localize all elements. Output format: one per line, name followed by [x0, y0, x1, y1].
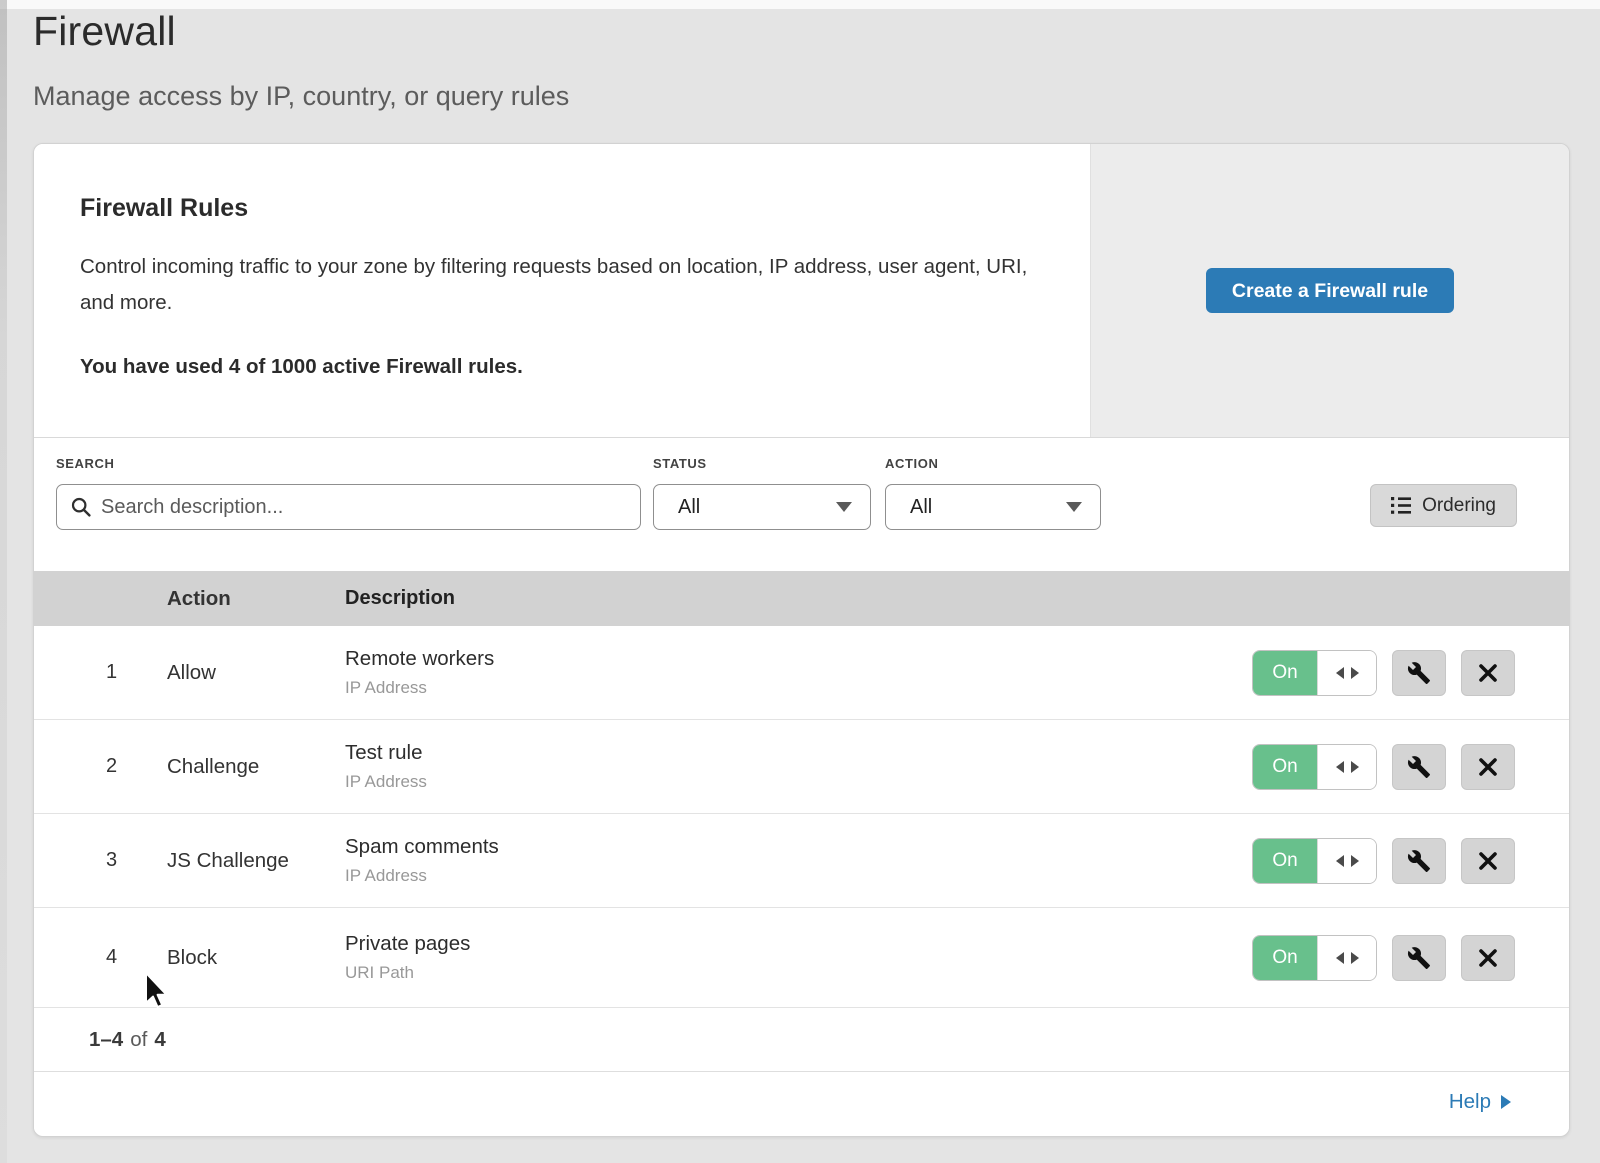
resize-arrows-icon [1317, 745, 1376, 789]
rule-description: Spam comments [345, 835, 1252, 859]
rule-description-cell: Remote workers IP Address [345, 647, 1252, 698]
description-column-header: Description [345, 587, 1515, 610]
hero-text-panel: Firewall Rules Control incoming traffic … [34, 144, 1090, 437]
close-icon [1478, 757, 1498, 777]
rule-enabled-toggle[interactable]: On [1252, 935, 1377, 981]
wrench-icon [1407, 661, 1431, 685]
ordered-list-icon [1391, 497, 1411, 514]
ordering-button-label: Ordering [1422, 495, 1496, 517]
rule-description-cell: Spam comments IP Address [345, 835, 1252, 886]
search-box[interactable] [56, 484, 641, 530]
create-firewall-rule-button[interactable]: Create a Firewall rule [1206, 268, 1454, 313]
search-input[interactable] [101, 496, 626, 519]
filter-bar: SEARCH STATUS All ACTION All [34, 438, 1569, 571]
search-icon [71, 497, 91, 517]
action-select[interactable]: All [885, 484, 1101, 530]
edit-rule-button[interactable] [1392, 935, 1446, 981]
firewall-rules-card: Firewall Rules Control incoming traffic … [33, 143, 1570, 1137]
rule-enabled-toggle[interactable]: On [1252, 838, 1377, 884]
delete-rule-button[interactable] [1461, 650, 1515, 696]
edit-rule-button[interactable] [1392, 650, 1446, 696]
wrench-icon [1407, 849, 1431, 873]
page-title: Firewall [33, 8, 569, 55]
ordering-button[interactable]: Ordering [1370, 484, 1517, 527]
search-filter-group: SEARCH [56, 456, 641, 530]
table-row: 2 Challenge Test rule IP Address On [34, 720, 1569, 814]
table-row: 4 Block Private pages URI Path On [34, 908, 1569, 1008]
status-filter-group: STATUS All [653, 456, 871, 530]
status-select[interactable]: All [653, 484, 871, 530]
edit-rule-button[interactable] [1392, 744, 1446, 790]
resize-arrows-icon [1317, 839, 1376, 883]
rule-action: Challenge [167, 755, 345, 779]
wrench-icon [1407, 755, 1431, 779]
rule-controls: On [1252, 838, 1515, 884]
page-subtitle: Manage access by IP, country, or query r… [33, 81, 569, 112]
action-column-header: Action [167, 587, 345, 611]
rule-action: Block [167, 946, 345, 970]
toggle-on-label: On [1253, 651, 1317, 695]
help-link-label: Help [1449, 1090, 1491, 1114]
rule-description: Remote workers [345, 647, 1252, 671]
delete-rule-button[interactable] [1461, 838, 1515, 884]
rule-priority: 2 [34, 755, 167, 778]
rule-description-cell: Private pages URI Path [345, 932, 1252, 983]
status-label: STATUS [653, 456, 871, 471]
delete-rule-button[interactable] [1461, 935, 1515, 981]
hero-title: Firewall Rules [80, 194, 1030, 223]
pagination-range: 1–4 [89, 1028, 123, 1052]
pagination-total: 4 [154, 1028, 165, 1052]
rule-description: Private pages [345, 932, 1252, 956]
search-label: SEARCH [56, 456, 641, 471]
chevron-down-icon [836, 502, 852, 512]
edit-rule-button[interactable] [1392, 838, 1446, 884]
rule-action: Allow [167, 661, 345, 685]
rule-controls: On [1252, 744, 1515, 790]
rule-priority: 4 [34, 946, 167, 969]
action-label: ACTION [885, 456, 1101, 471]
hero-action-panel: Create a Firewall rule [1090, 144, 1569, 437]
page-header: Firewall Manage access by IP, country, o… [33, 8, 569, 112]
rule-action: JS Challenge [167, 849, 345, 873]
close-icon [1478, 663, 1498, 683]
close-icon [1478, 851, 1498, 871]
rule-controls: On [1252, 935, 1515, 981]
table-row: 3 JS Challenge Spam comments IP Address … [34, 814, 1569, 908]
rule-match-type: URI Path [345, 963, 1252, 983]
resize-arrows-icon [1317, 936, 1376, 980]
toggle-on-label: On [1253, 839, 1317, 883]
rule-description-cell: Test rule IP Address [345, 741, 1252, 792]
rule-controls: On [1252, 650, 1515, 696]
window-left-edge [0, 0, 7, 1163]
resize-arrows-icon [1317, 651, 1376, 695]
action-filter-group: ACTION All [885, 456, 1101, 530]
rule-priority: 3 [34, 849, 167, 872]
rules-usage-text: You have used 4 of 1000 active Firewall … [80, 355, 1030, 379]
rule-match-type: IP Address [345, 678, 1252, 698]
rule-match-type: IP Address [345, 866, 1252, 886]
chevron-down-icon [1066, 502, 1082, 512]
table-row: 1 Allow Remote workers IP Address On [34, 626, 1569, 720]
status-selected-value: All [678, 496, 700, 519]
rule-enabled-toggle[interactable]: On [1252, 744, 1377, 790]
rule-description: Test rule [345, 741, 1252, 765]
toggle-on-label: On [1253, 745, 1317, 789]
close-icon [1478, 948, 1498, 968]
rule-enabled-toggle[interactable]: On [1252, 650, 1377, 696]
delete-rule-button[interactable] [1461, 744, 1515, 790]
hero-section: Firewall Rules Control incoming traffic … [34, 144, 1569, 438]
pagination-of: of [130, 1028, 147, 1052]
wrench-icon [1407, 946, 1431, 970]
rule-priority: 1 [34, 661, 167, 684]
rule-match-type: IP Address [345, 772, 1252, 792]
help-link[interactable]: Help [1449, 1090, 1511, 1114]
pagination: 1–4 of 4 [34, 1008, 1569, 1072]
card-footer: Help [34, 1072, 1569, 1132]
action-selected-value: All [910, 496, 932, 519]
hero-description: Control incoming traffic to your zone by… [80, 249, 1030, 321]
table-header: Action Description [34, 571, 1569, 626]
toggle-on-label: On [1253, 936, 1317, 980]
caret-right-icon [1501, 1095, 1511, 1109]
